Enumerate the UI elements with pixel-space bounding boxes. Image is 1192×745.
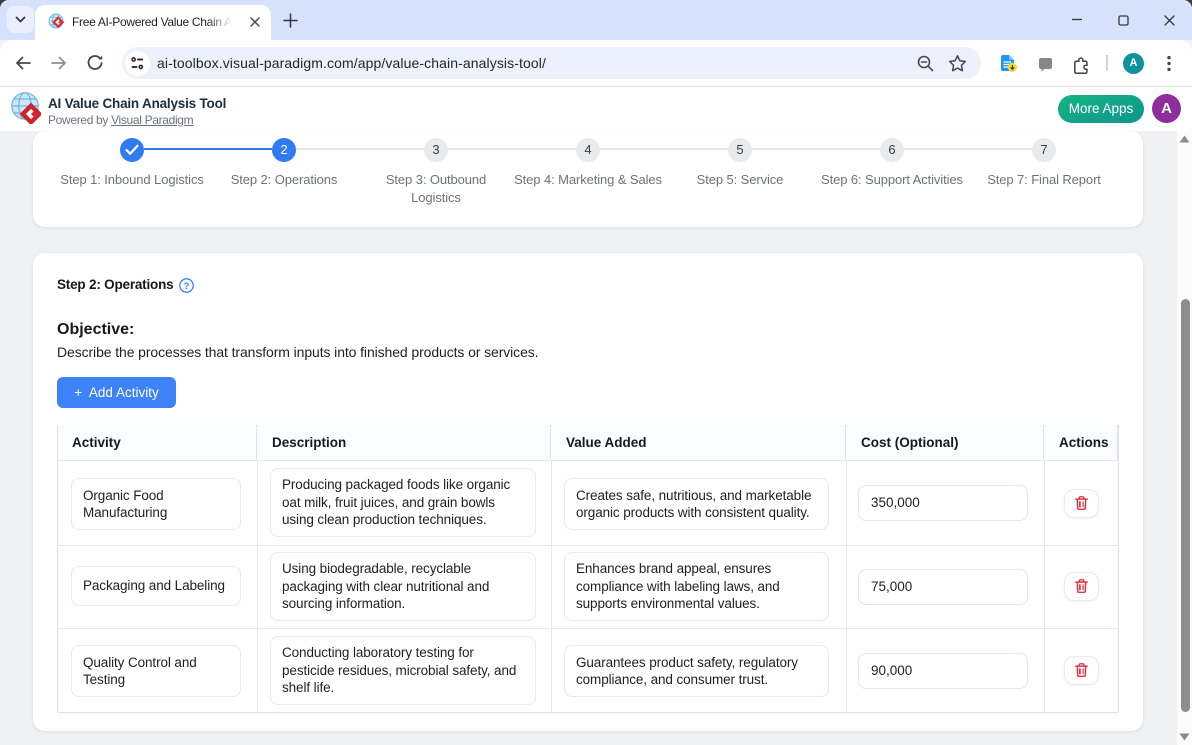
svg-text:?: ? bbox=[184, 280, 190, 291]
